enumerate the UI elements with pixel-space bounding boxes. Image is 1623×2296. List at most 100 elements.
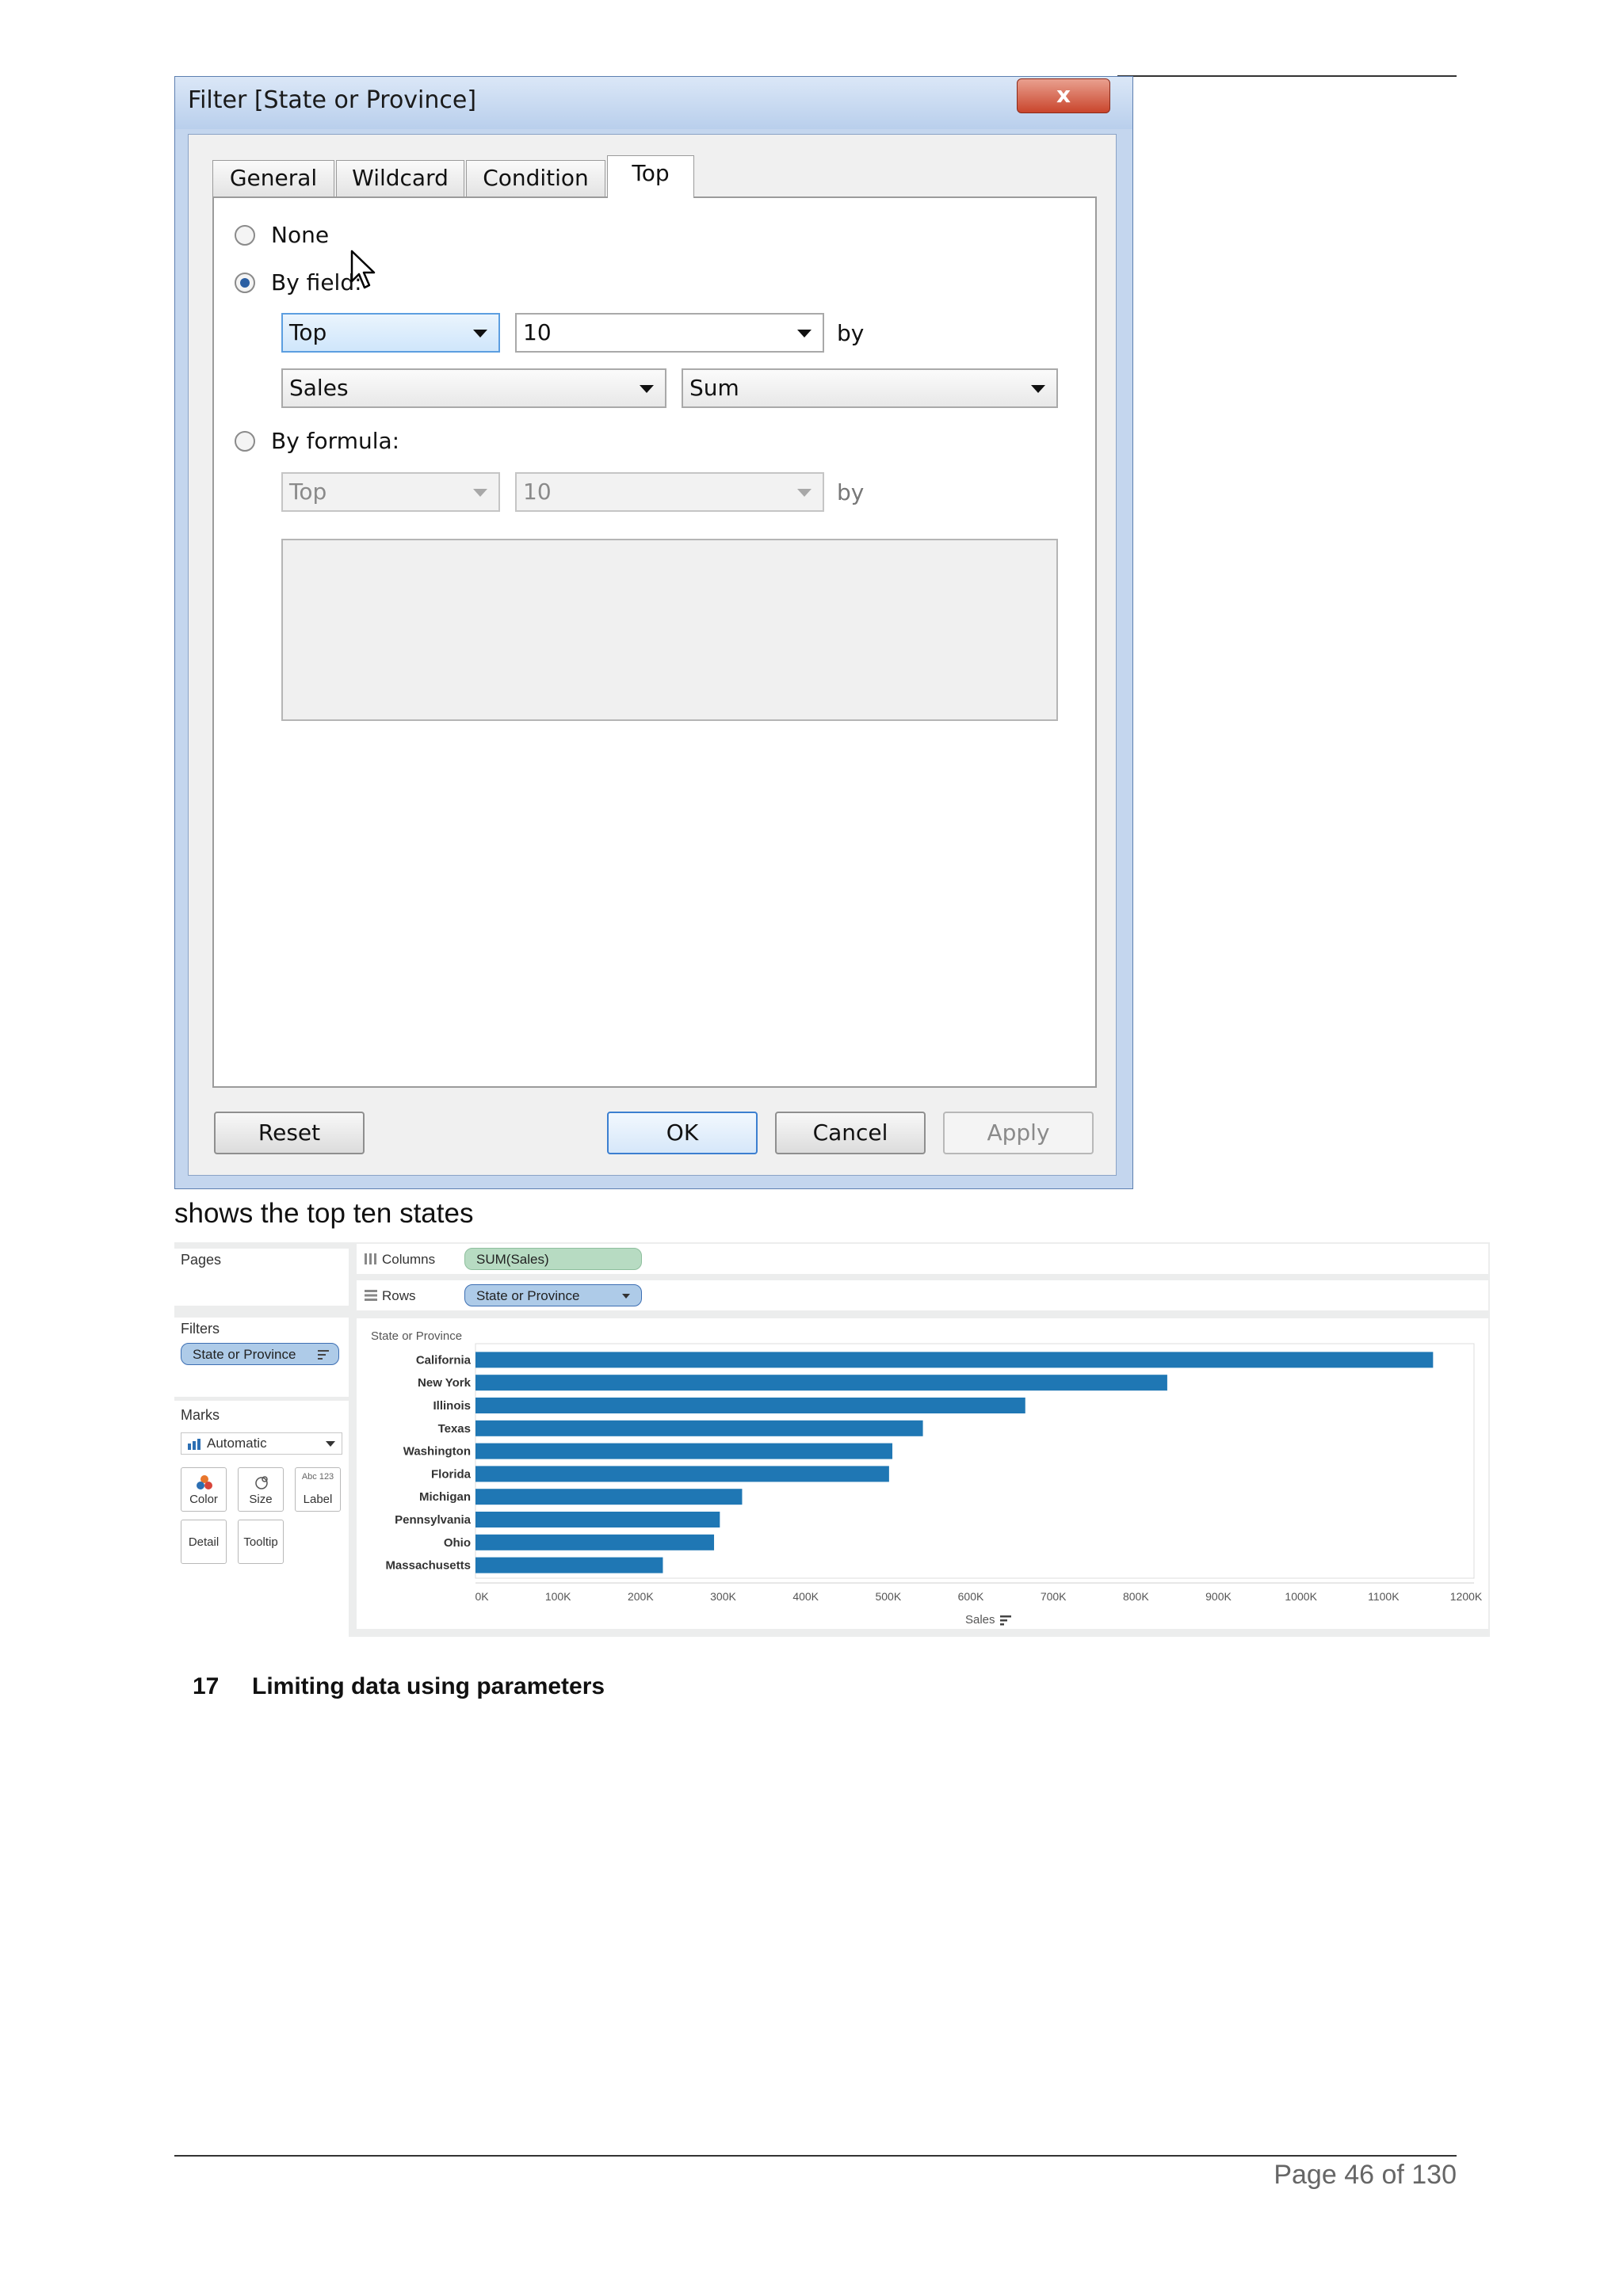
category-label: Pennsylvania [395, 1513, 472, 1527]
rows-shelf[interactable]: Rows State or Province [357, 1280, 1488, 1310]
columns-pill[interactable]: SUM(Sales) [464, 1248, 642, 1270]
by-field-field-select[interactable]: Sales [281, 368, 666, 408]
x-tick-label: 700K [1041, 1590, 1067, 1603]
bar[interactable] [475, 1489, 743, 1505]
chevron-down-icon [797, 330, 812, 338]
radio-none[interactable] [235, 225, 255, 246]
tab-condition[interactable]: Condition [466, 160, 605, 196]
chart-area: State or Province California New York Illi… [357, 1318, 1488, 1629]
color-icon [197, 1475, 212, 1489]
columns-icon [365, 1253, 376, 1264]
x-tick-label: 200K [628, 1590, 654, 1603]
category-label: Ohio [444, 1536, 471, 1550]
tableau-worksheet: Pages Filters State or Province Marks Au… [174, 1242, 1490, 1637]
header-rule [1117, 75, 1457, 77]
chevron-down-icon [473, 489, 487, 497]
count-value: 10 [523, 319, 552, 345]
by-formula-by-label: by [837, 479, 865, 505]
by-field-count-combo[interactable]: 10 [515, 313, 824, 353]
label-card-label: Label [303, 1493, 333, 1506]
tooltip-card[interactable]: Tooltip [238, 1520, 284, 1564]
x-tick-label: 400K [792, 1590, 819, 1603]
filter-pill-label: State or Province [193, 1347, 296, 1362]
bar[interactable] [475, 1466, 889, 1482]
bar[interactable] [475, 1398, 1025, 1413]
detail-card-label: Detail [188, 1535, 220, 1549]
by-formula-count-combo: 10 [515, 472, 824, 512]
color-card[interactable]: Color [181, 1467, 227, 1512]
top-tab-panel: None By field: Top 10 by Sales Sum By fo… [212, 196, 1097, 1088]
marks-card: Marks Automatic Color Size Abc 123 Label… [174, 1401, 349, 1637]
pages-shelf[interactable]: Pages [174, 1249, 349, 1306]
columns-shelf[interactable]: Columns SUM(Sales) [357, 1244, 1488, 1274]
tab-top[interactable]: Top [607, 155, 694, 198]
x-tick-label: 500K [875, 1590, 901, 1603]
rows-pill-label: State or Province [476, 1288, 580, 1303]
direction-value: Top [289, 319, 327, 345]
category-label: Texas [438, 1422, 471, 1436]
filters-label: Filters [181, 1321, 220, 1337]
formula-textarea [281, 539, 1058, 721]
radio-none-label: None [271, 222, 330, 248]
detail-card[interactable]: Detail [181, 1520, 227, 1564]
color-card-label: Color [189, 1493, 218, 1506]
by-field-by-label: by [837, 320, 865, 346]
x-tick-label: 1200K [1450, 1590, 1483, 1603]
x-tick-label: 1000K [1285, 1590, 1317, 1603]
label-icon: Abc 123 [301, 1472, 334, 1482]
bar[interactable] [475, 1375, 1167, 1391]
bar[interactable] [475, 1352, 1434, 1368]
close-button[interactable]: x [1017, 78, 1110, 113]
radio-by-field[interactable] [235, 273, 255, 293]
tab-wildcard[interactable]: Wildcard [336, 160, 464, 196]
x-tick-label: 100K [545, 1590, 571, 1603]
label-card[interactable]: Abc 123 Label [295, 1467, 341, 1512]
pages-label: Pages [181, 1252, 222, 1268]
radio-by-field-label: By field: [271, 269, 362, 296]
filter-pill[interactable]: State or Province [181, 1343, 339, 1365]
reset-button[interactable]: Reset [214, 1112, 365, 1154]
figure-caption: shows the top ten states [174, 1198, 474, 1229]
mark-type-value: Automatic [207, 1436, 267, 1451]
mouse-cursor-icon [350, 250, 376, 289]
bar[interactable] [475, 1557, 663, 1573]
bar-chart: California New York Illinois Texas Washingto… [385, 1343, 1483, 1603]
category-label: Michigan [419, 1490, 471, 1504]
x-tick-label: 800K [1123, 1590, 1149, 1603]
rows-label: Rows [382, 1288, 416, 1303]
by-field-direction-select[interactable]: Top [281, 313, 500, 353]
category-label: Illinois [433, 1399, 471, 1413]
category-label: Washington [403, 1445, 471, 1459]
dialog-titlebar: Filter [State or Province] x [175, 77, 1132, 129]
tab-general[interactable]: General [212, 160, 334, 196]
by-field-aggregation-select[interactable]: Sum [682, 368, 1058, 408]
ok-button[interactable]: OK [607, 1112, 758, 1154]
chevron-down-icon [640, 385, 654, 393]
category-label: California [416, 1353, 472, 1367]
apply-button[interactable]: Apply [943, 1112, 1094, 1154]
bar[interactable] [475, 1420, 923, 1436]
page-number: Page 46 of 130 [1274, 2160, 1457, 2190]
cancel-button[interactable]: Cancel [775, 1112, 926, 1154]
marks-label: Marks [181, 1407, 220, 1423]
size-card[interactable]: Size [238, 1467, 284, 1512]
mark-type-select[interactable]: Automatic [181, 1432, 342, 1455]
bar[interactable] [475, 1443, 893, 1459]
field-value: Sales [289, 375, 349, 401]
x-tick-label: 0K [475, 1590, 489, 1603]
radio-by-formula[interactable] [235, 431, 255, 452]
size-card-label: Size [249, 1493, 273, 1506]
footer-rule [174, 2155, 1457, 2157]
formula-count-value: 10 [523, 479, 552, 505]
filters-shelf: Filters State or Province [174, 1318, 349, 1397]
rows-pill[interactable]: State or Province [464, 1284, 642, 1306]
section-number: 17 [193, 1673, 220, 1699]
bar[interactable] [475, 1534, 715, 1550]
chevron-down-icon [622, 1294, 630, 1299]
chevron-down-icon [797, 489, 812, 497]
bar[interactable] [475, 1512, 720, 1527]
dialog-client: General Wildcard Condition Top None By f… [188, 134, 1117, 1176]
rows-icon [365, 1290, 377, 1301]
sort-icon[interactable] [1000, 1615, 1011, 1626]
filter-dialog: Filter [State or Province] x General Wil… [174, 76, 1133, 1189]
